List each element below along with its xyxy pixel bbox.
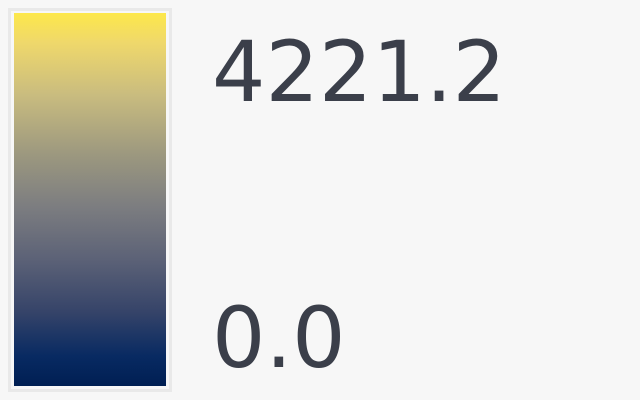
color-ramp-frame (8, 8, 172, 392)
color-ramp-legend: 4221.2 0.0 (0, 0, 640, 400)
min-value-label: 0.0 (212, 289, 346, 387)
color-ramp-bar (14, 13, 166, 386)
max-value-label: 4221.2 (212, 23, 506, 121)
